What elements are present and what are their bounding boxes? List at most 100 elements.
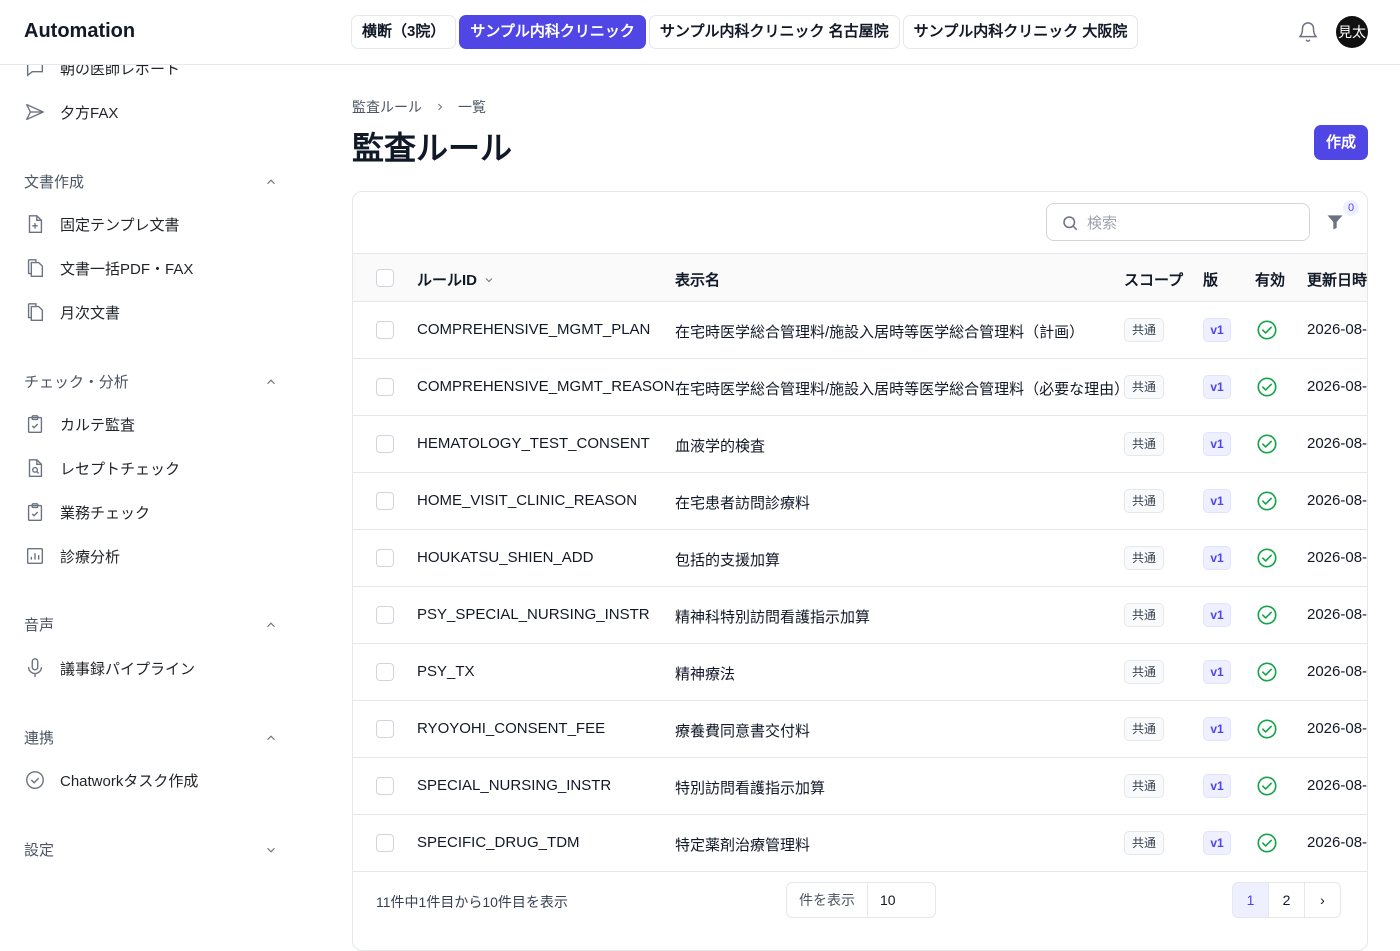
sidebar-item-minutes-pipeline[interactable]: 議事録パイプライン xyxy=(24,654,195,682)
column-updated[interactable]: 更新日時 xyxy=(1307,269,1367,290)
brand-logo[interactable]: Automation xyxy=(24,20,135,43)
per-page-label: 件を表示 xyxy=(799,892,855,908)
sidebar-item-label: 固定テンプレ文書 xyxy=(60,216,180,234)
breadcrumb-audit-rules[interactable]: 監査ルール xyxy=(352,97,422,117)
version-badge: v1 xyxy=(1203,432,1231,456)
files-icon xyxy=(27,259,44,277)
display-name-cell: 療養費同意書交付料 xyxy=(675,723,811,740)
chat-icon xyxy=(26,65,44,77)
display-name-cell: 精神科特別訪問看護指示加算 xyxy=(675,609,871,626)
clinic-tab-sample[interactable]: サンプル内科クリニック xyxy=(459,15,646,49)
row-checkbox[interactable] xyxy=(376,663,394,681)
sidebar-item-chatwork-task[interactable]: Chatworkタスク作成 xyxy=(24,766,198,794)
table-row[interactable]: COMPREHENSIVE_MGMT_PLAN 在宅時医学総合管理料/施設入居時等… xyxy=(353,302,1367,359)
clinic-tabs: 横断（3院） サンプル内科クリニック サンプル内科クリニック 名古屋院 サンプル… xyxy=(351,15,1139,49)
sidebar-item-bulk-pdf-fax[interactable]: 文書一括PDF・FAX xyxy=(24,254,193,282)
row-checkbox[interactable] xyxy=(376,720,394,738)
rule-id-cell[interactable]: HOUKATSU_SHIEN_ADD xyxy=(417,549,593,566)
bell-icon[interactable] xyxy=(1297,21,1319,43)
clinic-tab-osaka[interactable]: サンプル内科クリニック 大阪院 xyxy=(902,15,1139,49)
section-docs[interactable]: 文書作成 xyxy=(24,171,278,192)
page-button-1[interactable]: 1 xyxy=(1232,882,1269,918)
table-row[interactable]: PSY_TX 精神療法 共通 v1 2026-08- xyxy=(353,644,1367,701)
files-icon xyxy=(27,303,44,321)
table-row[interactable]: HOME_VISIT_CLINIC_REASON 在宅患者訪問診療料 共通 v1 202… xyxy=(353,473,1367,530)
row-checkbox[interactable] xyxy=(376,435,394,453)
row-checkbox[interactable] xyxy=(376,606,394,624)
sidebar-item-evening-fax[interactable]: 夕方FAX xyxy=(24,98,118,126)
sidebar-item-clinical-analysis[interactable]: 診療分析 xyxy=(24,542,120,570)
rule-id-cell[interactable]: COMPREHENSIVE_MGMT_PLAN xyxy=(417,321,650,338)
rule-id-cell[interactable]: HEMATOLOGY_TEST_CONSENT xyxy=(417,435,650,452)
next-page-button[interactable]: › xyxy=(1304,882,1341,918)
table-row[interactable]: COMPREHENSIVE_MGMT_REASON 在宅時医学総合管理料/施設入居… xyxy=(353,359,1367,416)
row-checkbox[interactable] xyxy=(376,834,394,852)
per-page-select[interactable]: 件を表示 10 xyxy=(786,882,936,918)
sidebar-item-work-check[interactable]: 業務チェック xyxy=(24,498,150,526)
table-row[interactable]: SPECIFIC_DRUG_TDM 特定薬剤治療管理料 共通 v1 2026-08- xyxy=(353,815,1367,872)
display-name-cell: 在宅時医学総合管理料/施設入居時等医学総合管理料（必要な理由） xyxy=(675,381,1130,398)
column-scope[interactable]: スコープ xyxy=(1124,269,1183,290)
clinic-tab-cross[interactable]: 横断（3院） xyxy=(351,15,457,49)
column-version[interactable]: 版 xyxy=(1203,269,1218,290)
display-name-cell: 在宅患者訪問診療料 xyxy=(675,495,811,512)
rule-id-cell[interactable]: RYOYOHI_CONSENT_FEE xyxy=(417,720,605,737)
rule-id-cell[interactable]: SPECIAL_NURSING_INSTR xyxy=(417,777,611,794)
section-settings[interactable]: 設定 xyxy=(24,839,278,860)
column-enabled[interactable]: 有効 xyxy=(1255,269,1285,290)
table-row[interactable]: PSY_SPECIAL_NURSING_INSTR 精神科特別訪問看護指示加算 共通… xyxy=(353,587,1368,644)
row-checkbox[interactable] xyxy=(376,378,394,396)
sidebar-item-morning-report[interactable]: 朝の医師レポート xyxy=(24,65,180,82)
sidebar-item-chart-audit[interactable]: カルテ監査 xyxy=(24,410,135,438)
create-button[interactable]: 作成 xyxy=(1313,125,1368,160)
rule-id-cell[interactable]: COMPREHENSIVE_MGMT_REASON xyxy=(417,378,675,395)
rule-id-cell[interactable]: PSY_SPECIAL_NURSING_INSTR xyxy=(417,606,650,623)
sidebar-item-label: 業務チェック xyxy=(60,504,151,522)
row-checkbox[interactable] xyxy=(376,777,394,795)
section-title: 文書作成 xyxy=(24,174,85,191)
sidebar-item-receipt-check[interactable]: レセプトチェック xyxy=(24,454,180,482)
sidebar-item-fixed-template[interactable]: 固定テンプレ文書 xyxy=(24,210,180,238)
avatar[interactable]: 見太 xyxy=(1336,16,1368,48)
table-row[interactable]: HOUKATSU_SHIEN_ADD 包括的支援加算 共通 v1 2026-08- xyxy=(353,530,1367,587)
search-input[interactable] xyxy=(1087,212,1297,234)
column-display-name[interactable]: 表示名 xyxy=(675,269,720,290)
search-icon xyxy=(1063,216,1078,231)
rule-id-cell[interactable]: PSY_TX xyxy=(417,663,475,680)
rules-table-card: 0 ルールID 表示名 スコープ 版 有効 更新日時 COMPREHENSIVE… xyxy=(352,191,1368,951)
clinic-tab-nagoya[interactable]: サンプル内科クリニック 名古屋院 xyxy=(648,15,900,49)
clipboard-check-icon xyxy=(27,503,43,521)
page-button-2[interactable]: 2 xyxy=(1268,882,1305,918)
updated-cell: 2026-08- xyxy=(1307,777,1368,794)
breadcrumb: 監査ルール 一覧 xyxy=(352,97,486,117)
section-check-analysis[interactable]: チェック・分析 xyxy=(24,371,278,392)
sidebar-item-label: 議事録パイプライン xyxy=(60,660,196,678)
version-badge: v1 xyxy=(1203,375,1231,399)
per-page-value[interactable]: 10 xyxy=(867,883,935,917)
filter-icon[interactable] xyxy=(1325,212,1345,232)
pagination: 1 2 › xyxy=(1232,882,1341,918)
check-circle-icon xyxy=(26,771,44,789)
sidebar-item-label: 朝の医師レポート xyxy=(60,65,181,78)
mic-icon xyxy=(27,658,43,678)
scope-badge: 共通 xyxy=(1124,774,1165,798)
table-row[interactable]: HEMATOLOGY_TEST_CONSENT 血液学的検査 共通 v1 2026-08… xyxy=(353,416,1367,473)
section-voice[interactable]: 音声 xyxy=(24,614,278,635)
version-badge: v1 xyxy=(1203,318,1231,342)
select-all-checkbox[interactable] xyxy=(376,269,394,287)
section-integration[interactable]: 連携 xyxy=(24,727,278,748)
row-checkbox[interactable] xyxy=(376,492,394,510)
sidebar-item-monthly-docs[interactable]: 月次文書 xyxy=(24,298,120,326)
scope-badge: 共通 xyxy=(1124,489,1165,513)
search-box[interactable] xyxy=(1046,203,1310,241)
table-row[interactable]: RYOYOHI_CONSENT_FEE 療養費同意書交付料 共通 v1 2026-08- xyxy=(353,701,1367,758)
display-name-cell: 包括的支援加算 xyxy=(675,552,781,569)
scope-badge: 共通 xyxy=(1124,603,1165,627)
rule-id-cell[interactable]: HOME_VISIT_CLINIC_REASON xyxy=(417,492,637,509)
rule-id-cell[interactable]: SPECIFIC_DRUG_TDM xyxy=(417,834,580,851)
row-checkbox[interactable] xyxy=(376,549,394,567)
row-checkbox[interactable] xyxy=(376,321,394,339)
table-row[interactable]: SPECIAL_NURSING_INSTR 特別訪問看護指示加算 共通 v1 2026-… xyxy=(353,758,1368,815)
updated-cell: 2026-08- xyxy=(1307,606,1368,623)
column-rule-id[interactable]: ルールID xyxy=(417,269,495,290)
